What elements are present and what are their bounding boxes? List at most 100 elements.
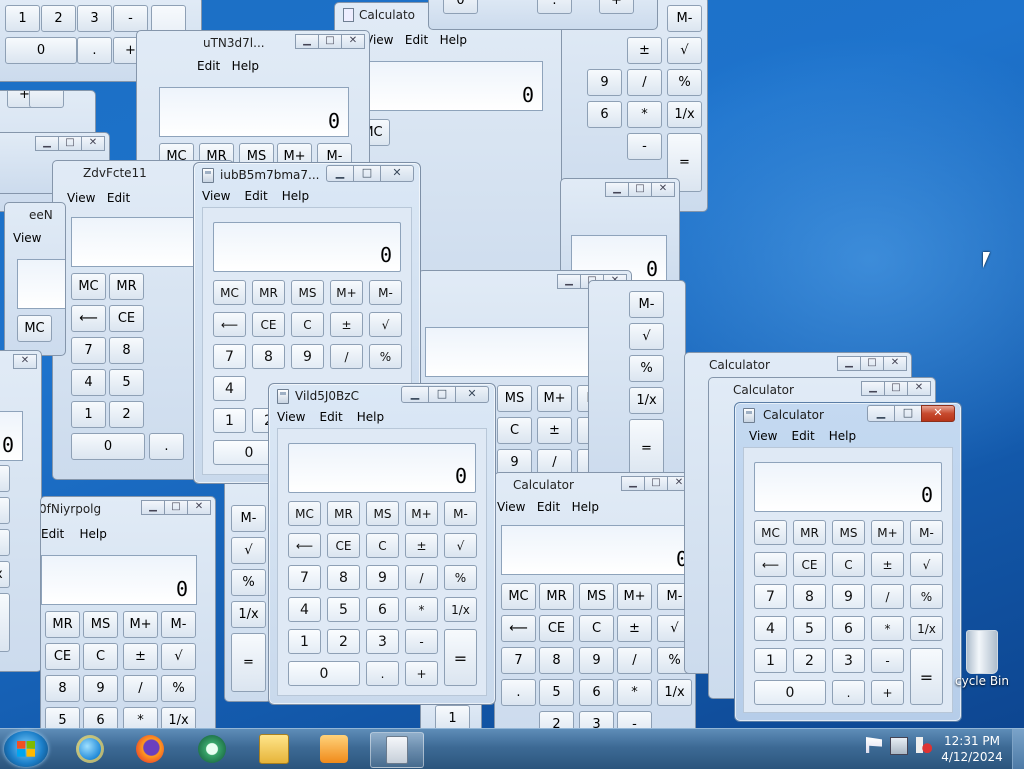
menu-help[interactable]: Help: [829, 429, 856, 447]
digit-7-button[interactable]: 7: [754, 584, 787, 609]
taskbar-clock[interactable]: 12:31 PM 4/12/2024: [936, 733, 1008, 765]
digit-9-button[interactable]: 9: [366, 565, 399, 590]
action-center-flag-icon[interactable]: [866, 737, 882, 753]
taskbar-firefox[interactable]: [124, 732, 176, 766]
calculator-window-bg-left-3[interactable]: ✕ 0 M-√ %1/x =: [0, 350, 42, 672]
digit-1-button[interactable]: 1: [288, 629, 321, 654]
taskbar-ie[interactable]: [64, 732, 116, 766]
sqrt-button[interactable]: √: [369, 312, 402, 337]
ms-button[interactable]: MS: [291, 280, 324, 305]
calculator-window-vild[interactable]: Vild5J0BzC ▁ □ ✕ View Edit Help 0 MC MR MS M…: [268, 383, 496, 705]
subtract-button[interactable]: -: [405, 629, 438, 654]
add-button[interactable]: +: [405, 661, 438, 686]
plus-minus-button[interactable]: ±: [330, 312, 363, 337]
m-plus-button[interactable]: M+: [330, 280, 363, 305]
calculator-window-bg-0fn[interactable]: 0fNiyrpolg ▁ □ ✕ Edit Help 0 MR MS M+ M- CE C ±…: [40, 496, 216, 728]
minimize-button[interactable]: ▁: [326, 165, 354, 182]
percent-button[interactable]: %: [369, 344, 402, 369]
ce-button[interactable]: CE: [327, 533, 360, 558]
close-button[interactable]: ✕: [921, 405, 955, 422]
taskbar-calculator[interactable]: [370, 732, 424, 768]
calculator-window-active[interactable]: Calculator ▁ □ ✕ View Edit Help 0 MC MR MS M…: [734, 402, 962, 722]
close-button[interactable]: ✕: [455, 386, 489, 403]
title-bar[interactable]: Vild5J0BzC ▁ □ ✕: [269, 384, 495, 408]
clear-button[interactable]: C: [291, 312, 324, 337]
digit-1-button[interactable]: 1: [213, 408, 246, 433]
title-bar[interactable]: iubB5m7bma7... ▁ □ ✕: [194, 163, 420, 187]
ms-button[interactable]: MS: [366, 501, 399, 526]
ce-button[interactable]: CE: [793, 552, 826, 577]
digit-4-button[interactable]: 4: [213, 376, 246, 401]
digit-4-button[interactable]: 4: [288, 597, 321, 622]
menu-help[interactable]: Help: [357, 410, 384, 428]
digit-9-button[interactable]: 9: [832, 584, 865, 609]
mr-button[interactable]: MR: [327, 501, 360, 526]
add-button[interactable]: +: [871, 680, 904, 705]
maximize-button[interactable]: □: [428, 386, 456, 403]
digit-7-button[interactable]: 7: [288, 565, 321, 590]
sqrt-button[interactable]: √: [910, 552, 943, 577]
minimize-button[interactable]: ▁: [867, 405, 895, 422]
ce-button[interactable]: CE: [252, 312, 285, 337]
digit-6-button[interactable]: 6: [366, 597, 399, 622]
digit-0-button[interactable]: 0: [754, 680, 826, 705]
digit-5-button[interactable]: 5: [793, 616, 826, 641]
menu-view[interactable]: View: [749, 429, 777, 447]
close-button[interactable]: ✕: [380, 165, 414, 182]
clear-button[interactable]: C: [366, 533, 399, 558]
volume-muted-icon[interactable]: [916, 737, 932, 753]
digit-4-button[interactable]: 4: [754, 616, 787, 641]
m-minus-button[interactable]: M-: [444, 501, 477, 526]
plus-minus-button[interactable]: ±: [871, 552, 904, 577]
digit-1-button[interactable]: 1: [754, 648, 787, 673]
backspace-button[interactable]: ⟵: [213, 312, 246, 337]
divide-button[interactable]: /: [871, 584, 904, 609]
taskbar-media-player[interactable]: [308, 732, 360, 766]
mr-button[interactable]: MR: [793, 520, 826, 545]
subtract-button[interactable]: -: [871, 648, 904, 673]
menu-edit[interactable]: Edit: [244, 189, 267, 207]
network-icon[interactable]: [890, 737, 908, 755]
calculator-window-bg-right-3[interactable]: M- √ % 1/x =: [588, 280, 686, 482]
mc-button[interactable]: MC: [754, 520, 787, 545]
calculator-window-bg-mid[interactable]: Calculator ▁ □ ✕ View Edit Help 0 MC MR MS M+…: [494, 472, 696, 728]
digit-3-button[interactable]: 3: [366, 629, 399, 654]
calculator-window-bg-strip[interactable]: M- √ % 1/x =: [224, 470, 272, 702]
reciprocal-button[interactable]: 1/x: [910, 616, 943, 641]
equals-button[interactable]: =: [910, 648, 943, 705]
taskbar-explorer[interactable]: [248, 732, 300, 766]
maximize-button[interactable]: □: [353, 165, 381, 182]
m-plus-button[interactable]: M+: [871, 520, 904, 545]
decimal-button[interactable]: .: [832, 680, 865, 705]
m-minus-button[interactable]: M-: [910, 520, 943, 545]
digit-0-button[interactable]: 0: [288, 661, 360, 686]
backspace-button[interactable]: ⟵: [754, 552, 787, 577]
digit-6-button[interactable]: 6: [832, 616, 865, 641]
calculator-window-bg-top-mid[interactable]: 0. +: [428, 0, 658, 30]
divide-button[interactable]: /: [405, 565, 438, 590]
mr-button[interactable]: MR: [252, 280, 285, 305]
digit-8-button[interactable]: 8: [327, 565, 360, 590]
multiply-button[interactable]: *: [405, 597, 438, 622]
show-desktop-button[interactable]: [1012, 729, 1024, 769]
menu-edit[interactable]: Edit: [319, 410, 342, 428]
percent-button[interactable]: %: [444, 565, 477, 590]
equals-button[interactable]: =: [444, 629, 477, 686]
digit-5-button[interactable]: 5: [327, 597, 360, 622]
mc-button[interactable]: MC: [213, 280, 246, 305]
digit-9-button[interactable]: 9: [291, 344, 324, 369]
digit-7-button[interactable]: 7: [213, 344, 246, 369]
menu-view[interactable]: View: [202, 189, 230, 207]
menu-edit[interactable]: Edit: [791, 429, 814, 447]
m-plus-button[interactable]: M+: [405, 501, 438, 526]
divide-button[interactable]: /: [330, 344, 363, 369]
title-bar[interactable]: Calculator ▁ □ ✕: [735, 403, 961, 427]
menu-view[interactable]: View: [277, 410, 305, 428]
menu-help[interactable]: Help: [282, 189, 309, 207]
backspace-button[interactable]: ⟵: [288, 533, 321, 558]
percent-button[interactable]: %: [910, 584, 943, 609]
mc-button[interactable]: MC: [288, 501, 321, 526]
reciprocal-button[interactable]: 1/x: [444, 597, 477, 622]
decimal-button[interactable]: .: [366, 661, 399, 686]
multiply-button[interactable]: *: [871, 616, 904, 641]
